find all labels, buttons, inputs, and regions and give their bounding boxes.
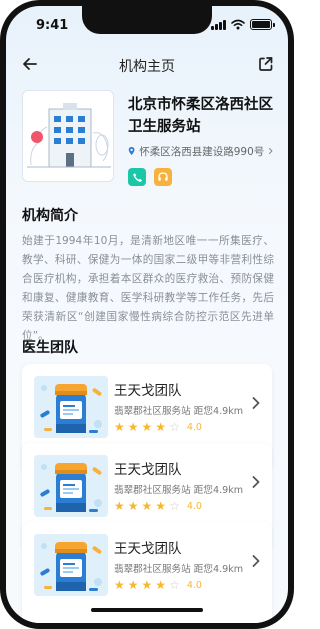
star-filled-icon: ★ xyxy=(114,499,125,513)
team-name: 王天戈团队 xyxy=(114,383,182,399)
headset-icon xyxy=(158,172,168,181)
star-filled-icon: ★ xyxy=(155,420,167,434)
star-filled-icon: ★ xyxy=(127,578,139,592)
star-filled-icon: ★ xyxy=(141,420,153,434)
team-illustration xyxy=(34,455,108,517)
team-location: 翡翠郡社区服务站 距您4.9km xyxy=(114,485,244,496)
chevron-right-icon xyxy=(252,555,260,567)
org-address-text: 怀柔区洛西县建设路990号 xyxy=(139,145,265,158)
notch xyxy=(82,6,212,34)
chevron-right-icon xyxy=(252,476,260,488)
screen: 9:41 机构主页 北京市怀柔区洛西社区卫生服务站 怀柔区洛西县建设路990号 … xyxy=(6,6,288,623)
intro-text: 始建于1994年10月，是清新地区唯一一所集医疗、教学、科研、保健为一体的国家二… xyxy=(22,235,274,342)
star-filled-icon: ★ xyxy=(114,578,125,592)
page-title: 机构主页 xyxy=(119,59,175,75)
team-rating: ★ ★ ★ ★ ☆ 4.0 xyxy=(114,421,202,433)
team-rating: ★ ★ ★ ★ ☆ 4.0 xyxy=(114,579,202,591)
star-empty-icon: ☆ xyxy=(169,578,180,592)
team-name: 王天戈团队 xyxy=(114,462,182,478)
cellular-signal-icon xyxy=(211,19,226,30)
battery-icon xyxy=(250,19,275,30)
star-filled-icon: ★ xyxy=(155,499,167,513)
star-filled-icon: ★ xyxy=(155,578,167,592)
wifi-icon xyxy=(231,19,245,30)
star-filled-icon: ★ xyxy=(127,420,139,434)
team-location: 翡翠郡社区服务站 距您4.9km xyxy=(114,406,244,417)
team-illustration xyxy=(34,376,108,438)
star-empty-icon: ☆ xyxy=(169,499,180,513)
intro-section-title: 机构简介 xyxy=(22,208,78,224)
phone-icon xyxy=(132,172,142,182)
star-filled-icon: ★ xyxy=(141,499,153,513)
org-building-image xyxy=(22,90,114,182)
rating-value: 4.0 xyxy=(186,421,202,433)
rating-value: 4.0 xyxy=(186,500,202,512)
team-location: 翡翠郡社区服务站 距您4.9km xyxy=(114,564,244,575)
star-empty-icon: ☆ xyxy=(169,420,180,434)
status-time: 9:41 xyxy=(36,18,69,33)
star-filled-icon: ★ xyxy=(114,420,125,434)
star-filled-icon: ★ xyxy=(141,578,153,592)
team-name: 王天戈团队 xyxy=(114,541,182,557)
star-filled-icon: ★ xyxy=(127,499,139,513)
org-address[interactable]: 怀柔区洛西县建设路990号 xyxy=(128,143,274,159)
team-section-title: 医生团队 xyxy=(22,340,78,356)
org-header: 北京市怀柔区洛西社区卫生服务站 怀柔区洛西县建设路990号 xyxy=(22,90,274,186)
org-name: 北京市怀柔区洛西社区卫生服务站 xyxy=(128,97,273,135)
home-indicator xyxy=(91,608,203,612)
chevron-right-icon xyxy=(269,147,273,155)
team-rating: ★ ★ ★ ★ ☆ 4.0 xyxy=(114,500,202,512)
phone-frame: 9:41 机构主页 北京市怀柔区洛西社区卫生服务站 怀柔区洛西县建设路990号 … xyxy=(0,0,294,629)
share-icon[interactable] xyxy=(256,54,276,74)
chevron-right-icon xyxy=(252,397,260,409)
location-pin-icon xyxy=(128,147,135,155)
customer-service-button[interactable] xyxy=(154,168,172,186)
team-illustration xyxy=(34,534,108,596)
status-icons xyxy=(211,19,275,30)
rating-value: 4.0 xyxy=(186,579,202,591)
org-actions xyxy=(128,168,172,186)
nav-bar: 机构主页 xyxy=(6,46,288,82)
call-button[interactable] xyxy=(128,168,146,186)
